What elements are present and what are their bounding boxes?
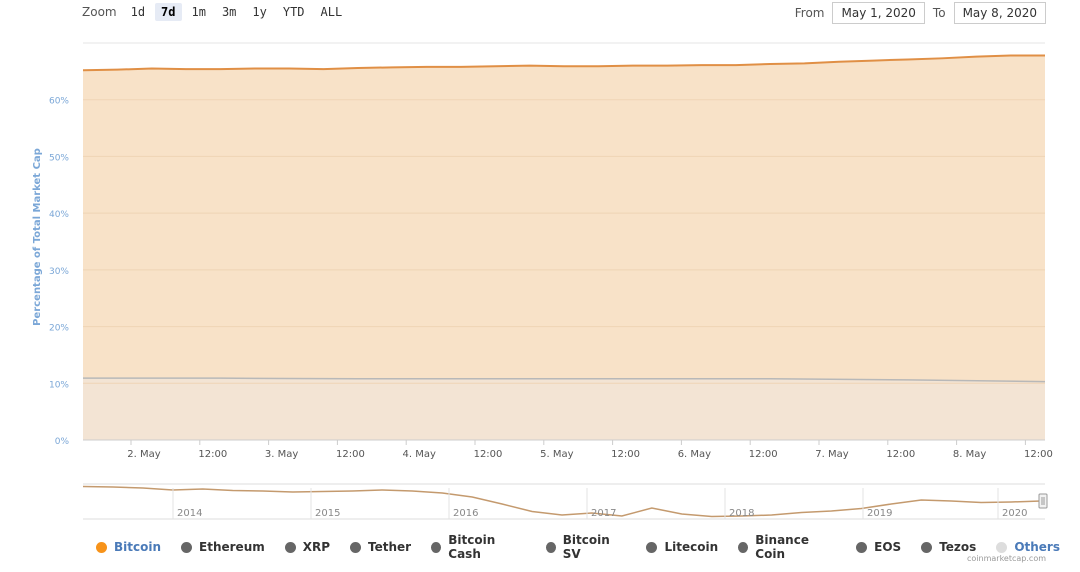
x-tick-label: 12:00 — [886, 449, 915, 460]
legend-dot-icon — [996, 541, 1008, 553]
legend-label: EOS — [874, 540, 902, 554]
navigator-year-label: 2019 — [867, 508, 892, 519]
navigator-year-label: 2016 — [453, 508, 478, 519]
legend-dot-icon — [856, 541, 868, 553]
x-tick-label: 12:00 — [336, 449, 365, 460]
x-tick-label: 6. May — [678, 449, 711, 460]
navigator-year-label: 2015 — [315, 508, 340, 519]
x-tick-label: 4. May — [402, 449, 435, 460]
legend-label: Binance Coin — [755, 533, 809, 561]
series-area-ethereum — [83, 378, 1045, 440]
legend-item-xrp[interactable]: XRP — [284, 540, 331, 554]
legend-dot-icon — [181, 541, 193, 553]
legend-item-bitcoin[interactable]: Bitcoin — [96, 540, 161, 554]
legend-item-others[interactable]: Others — [996, 540, 1060, 554]
credit: coinmarketcap.com — [967, 554, 1046, 563]
legend-label: Bitcoin — [114, 540, 162, 554]
y-tick-label: 50% — [49, 153, 69, 163]
legend-label: Ethereum — [199, 540, 265, 554]
legend-item-bitcoin-sv[interactable]: Bitcoin SV — [545, 533, 627, 561]
legend-dot-icon — [545, 541, 556, 553]
legend: Bitcoin Ethereum XRP Tether Bitcoin Cash Bitc… — [96, 533, 1080, 561]
legend-label: Bitcoin Cash — [448, 533, 496, 561]
legend-item-litecoin[interactable]: Litecoin — [646, 540, 718, 554]
y-tick-label: 10% — [49, 380, 69, 390]
y-axis-ticks: 0% 10% 20% 30% 40% 50% 60% — [49, 97, 69, 447]
navigator-year-label: 2017 — [591, 508, 616, 519]
legend-item-tether[interactable]: Tether — [350, 540, 411, 554]
x-tick-label: 3. May — [265, 449, 298, 460]
y-tick-label: 40% — [49, 210, 69, 220]
series-areas — [82, 54, 1046, 441]
legend-label: Tether — [368, 540, 412, 554]
y-axis-label: Percentage of Total Market Cap — [32, 148, 43, 326]
legend-item-binance-coin[interactable]: Binance Coin — [738, 533, 836, 561]
x-tick-label: 2. May — [127, 449, 160, 460]
x-tick-label: 7. May — [815, 449, 848, 460]
legend-dot-icon — [431, 541, 442, 553]
legend-label: XRP — [302, 540, 331, 554]
legend-dot-icon — [738, 541, 749, 553]
x-axis-ticks: 2. May 12:00 3. May 12:00 4. May 12:00 5. May 1… — [127, 440, 1053, 460]
y-tick-label: 20% — [49, 324, 69, 334]
x-tick-label: 12:00 — [611, 449, 640, 460]
legend-label: Others — [1014, 540, 1060, 554]
navigator-series — [82, 485, 1042, 518]
navigator-handle — [1038, 493, 1048, 509]
y-tick-label: 0% — [55, 437, 70, 447]
market-cap-dominance-chart: 0% 10% 20% 30% 40% 50% 60% 2. May 12:00 3. May 12… — [32, 42, 1053, 520]
legend-label: Litecoin — [664, 540, 719, 554]
legend-label: Bitcoin SV — [562, 533, 610, 561]
legend-dot-icon — [96, 541, 107, 553]
legend-item-bitcoin-cash[interactable]: Bitcoin Cash — [431, 533, 525, 561]
series-area-bitcoin — [83, 55, 1045, 382]
legend-dot-icon — [646, 541, 658, 553]
navigator[interactable]: 2014 2015 2016 2017 2018 2019 2020 — [82, 483, 1048, 520]
legend-dot-icon — [284, 541, 296, 553]
legend-dot-icon — [921, 541, 933, 553]
navigator-year-label: 2018 — [729, 508, 754, 519]
x-tick-label: 12:00 — [474, 449, 503, 460]
navigator-year-label: 2020 — [1002, 508, 1027, 519]
y-tick-label: 60% — [49, 97, 69, 107]
x-tick-label: 12:00 — [749, 449, 778, 460]
legend-label: Tezos — [939, 540, 977, 554]
legend-item-tezos[interactable]: Tezos — [921, 540, 976, 554]
x-tick-label: 5. May — [540, 449, 573, 460]
x-tick-label: 8. May — [953, 449, 986, 460]
legend-item-ethereum[interactable]: Ethereum — [181, 540, 265, 554]
legend-item-eos[interactable]: EOS — [856, 540, 901, 554]
y-tick-label: 30% — [49, 267, 69, 277]
legend-dot-icon — [350, 541, 362, 553]
navigator-year-label: 2014 — [177, 508, 202, 519]
x-tick-label: 12:00 — [198, 449, 227, 460]
x-tick-label: 12:00 — [1024, 449, 1053, 460]
